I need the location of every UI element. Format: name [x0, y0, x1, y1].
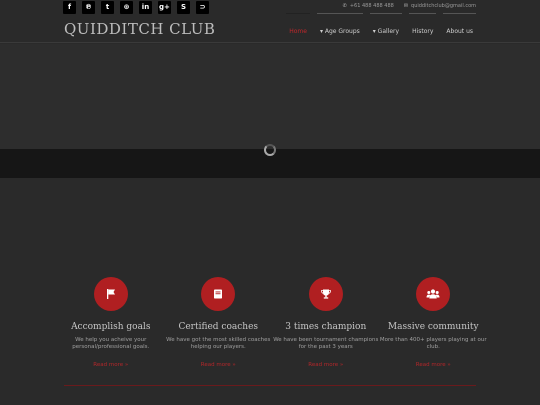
- mail-icon: ✉: [403, 3, 409, 9]
- feature-description: We help you acheive your personal/profes…: [72, 337, 150, 350]
- pinterest-icon[interactable]: ℗: [82, 1, 95, 14]
- google-plus-icon[interactable]: g+: [158, 1, 171, 14]
- read-more-link[interactable]: Read more »: [416, 362, 451, 368]
- contact-info: ✆ +61 488 488 488 ✉ quidditchclub@gmail.co…: [343, 3, 476, 9]
- feature-card: Certified coaches We have got the most s…: [165, 277, 273, 370]
- facebook-icon[interactable]: f: [63, 1, 76, 14]
- phone-number: +61 488 488 488: [349, 3, 394, 9]
- feature-title: Accomplish goals: [71, 322, 151, 332]
- nav-history[interactable]: History: [409, 13, 437, 43]
- loading-spinner-icon: [264, 144, 276, 156]
- feature-description: More than 400+ players playing at our cl…: [379, 337, 487, 350]
- features-section: Accomplish goals We help you acheive you…: [57, 277, 487, 370]
- feature-card: Accomplish goals We help you acheive you…: [57, 277, 165, 370]
- email-address: quidditchclub@gmail.com: [411, 3, 476, 9]
- site-logo[interactable]: QUIDDITCH CLUB: [64, 20, 215, 38]
- footer-divider: [64, 385, 476, 386]
- book-icon: [201, 277, 236, 311]
- nav-age-groups[interactable]: ▾ Age Groups: [316, 13, 363, 43]
- read-more-link[interactable]: Read more »: [308, 362, 343, 368]
- feature-card: 3 times champion We have been tournament…: [272, 277, 380, 370]
- feature-title: Massive community: [387, 322, 479, 332]
- social-links: f ℗ t ⊛ in g+ S ⊃: [63, 1, 209, 14]
- nav-gallery[interactable]: ▾ Gallery: [369, 13, 403, 43]
- feature-title: Certified coaches: [178, 322, 259, 332]
- skype-icon[interactable]: S: [177, 1, 190, 14]
- flag-icon: [93, 277, 128, 311]
- linkedin-icon[interactable]: in: [139, 1, 152, 14]
- trophy-icon: [308, 277, 343, 311]
- feature-description: We have been tournament champions for th…: [273, 337, 379, 350]
- site-header: QUIDDITCH CLUB Home ▾ Age Groups ▾ Galle…: [0, 13, 540, 43]
- feature-description: We have got the most skilled coaches hel…: [166, 337, 271, 350]
- nav-home[interactable]: Home: [286, 13, 310, 43]
- nav-about-us[interactable]: About us: [443, 13, 476, 43]
- read-more-link[interactable]: Read more »: [93, 362, 128, 368]
- main-nav: Home ▾ Age Groups ▾ Gallery History Abou…: [286, 13, 476, 43]
- email-contact[interactable]: ✉ quidditchclub@gmail.com: [404, 3, 476, 9]
- feature-card: Massive community More than 400+ players…: [380, 277, 488, 370]
- dribbble-icon[interactable]: ⊛: [120, 1, 133, 14]
- users-icon: [416, 277, 451, 311]
- rss-icon[interactable]: ⊃: [196, 1, 209, 14]
- read-more-link[interactable]: Read more »: [201, 362, 236, 368]
- phone-icon: ✆: [342, 3, 347, 9]
- twitter-icon[interactable]: t: [101, 1, 114, 14]
- feature-title: 3 times champion: [285, 322, 367, 332]
- phone-contact: ✆ +61 488 488 488: [343, 3, 394, 9]
- hero-slider: [0, 44, 540, 178]
